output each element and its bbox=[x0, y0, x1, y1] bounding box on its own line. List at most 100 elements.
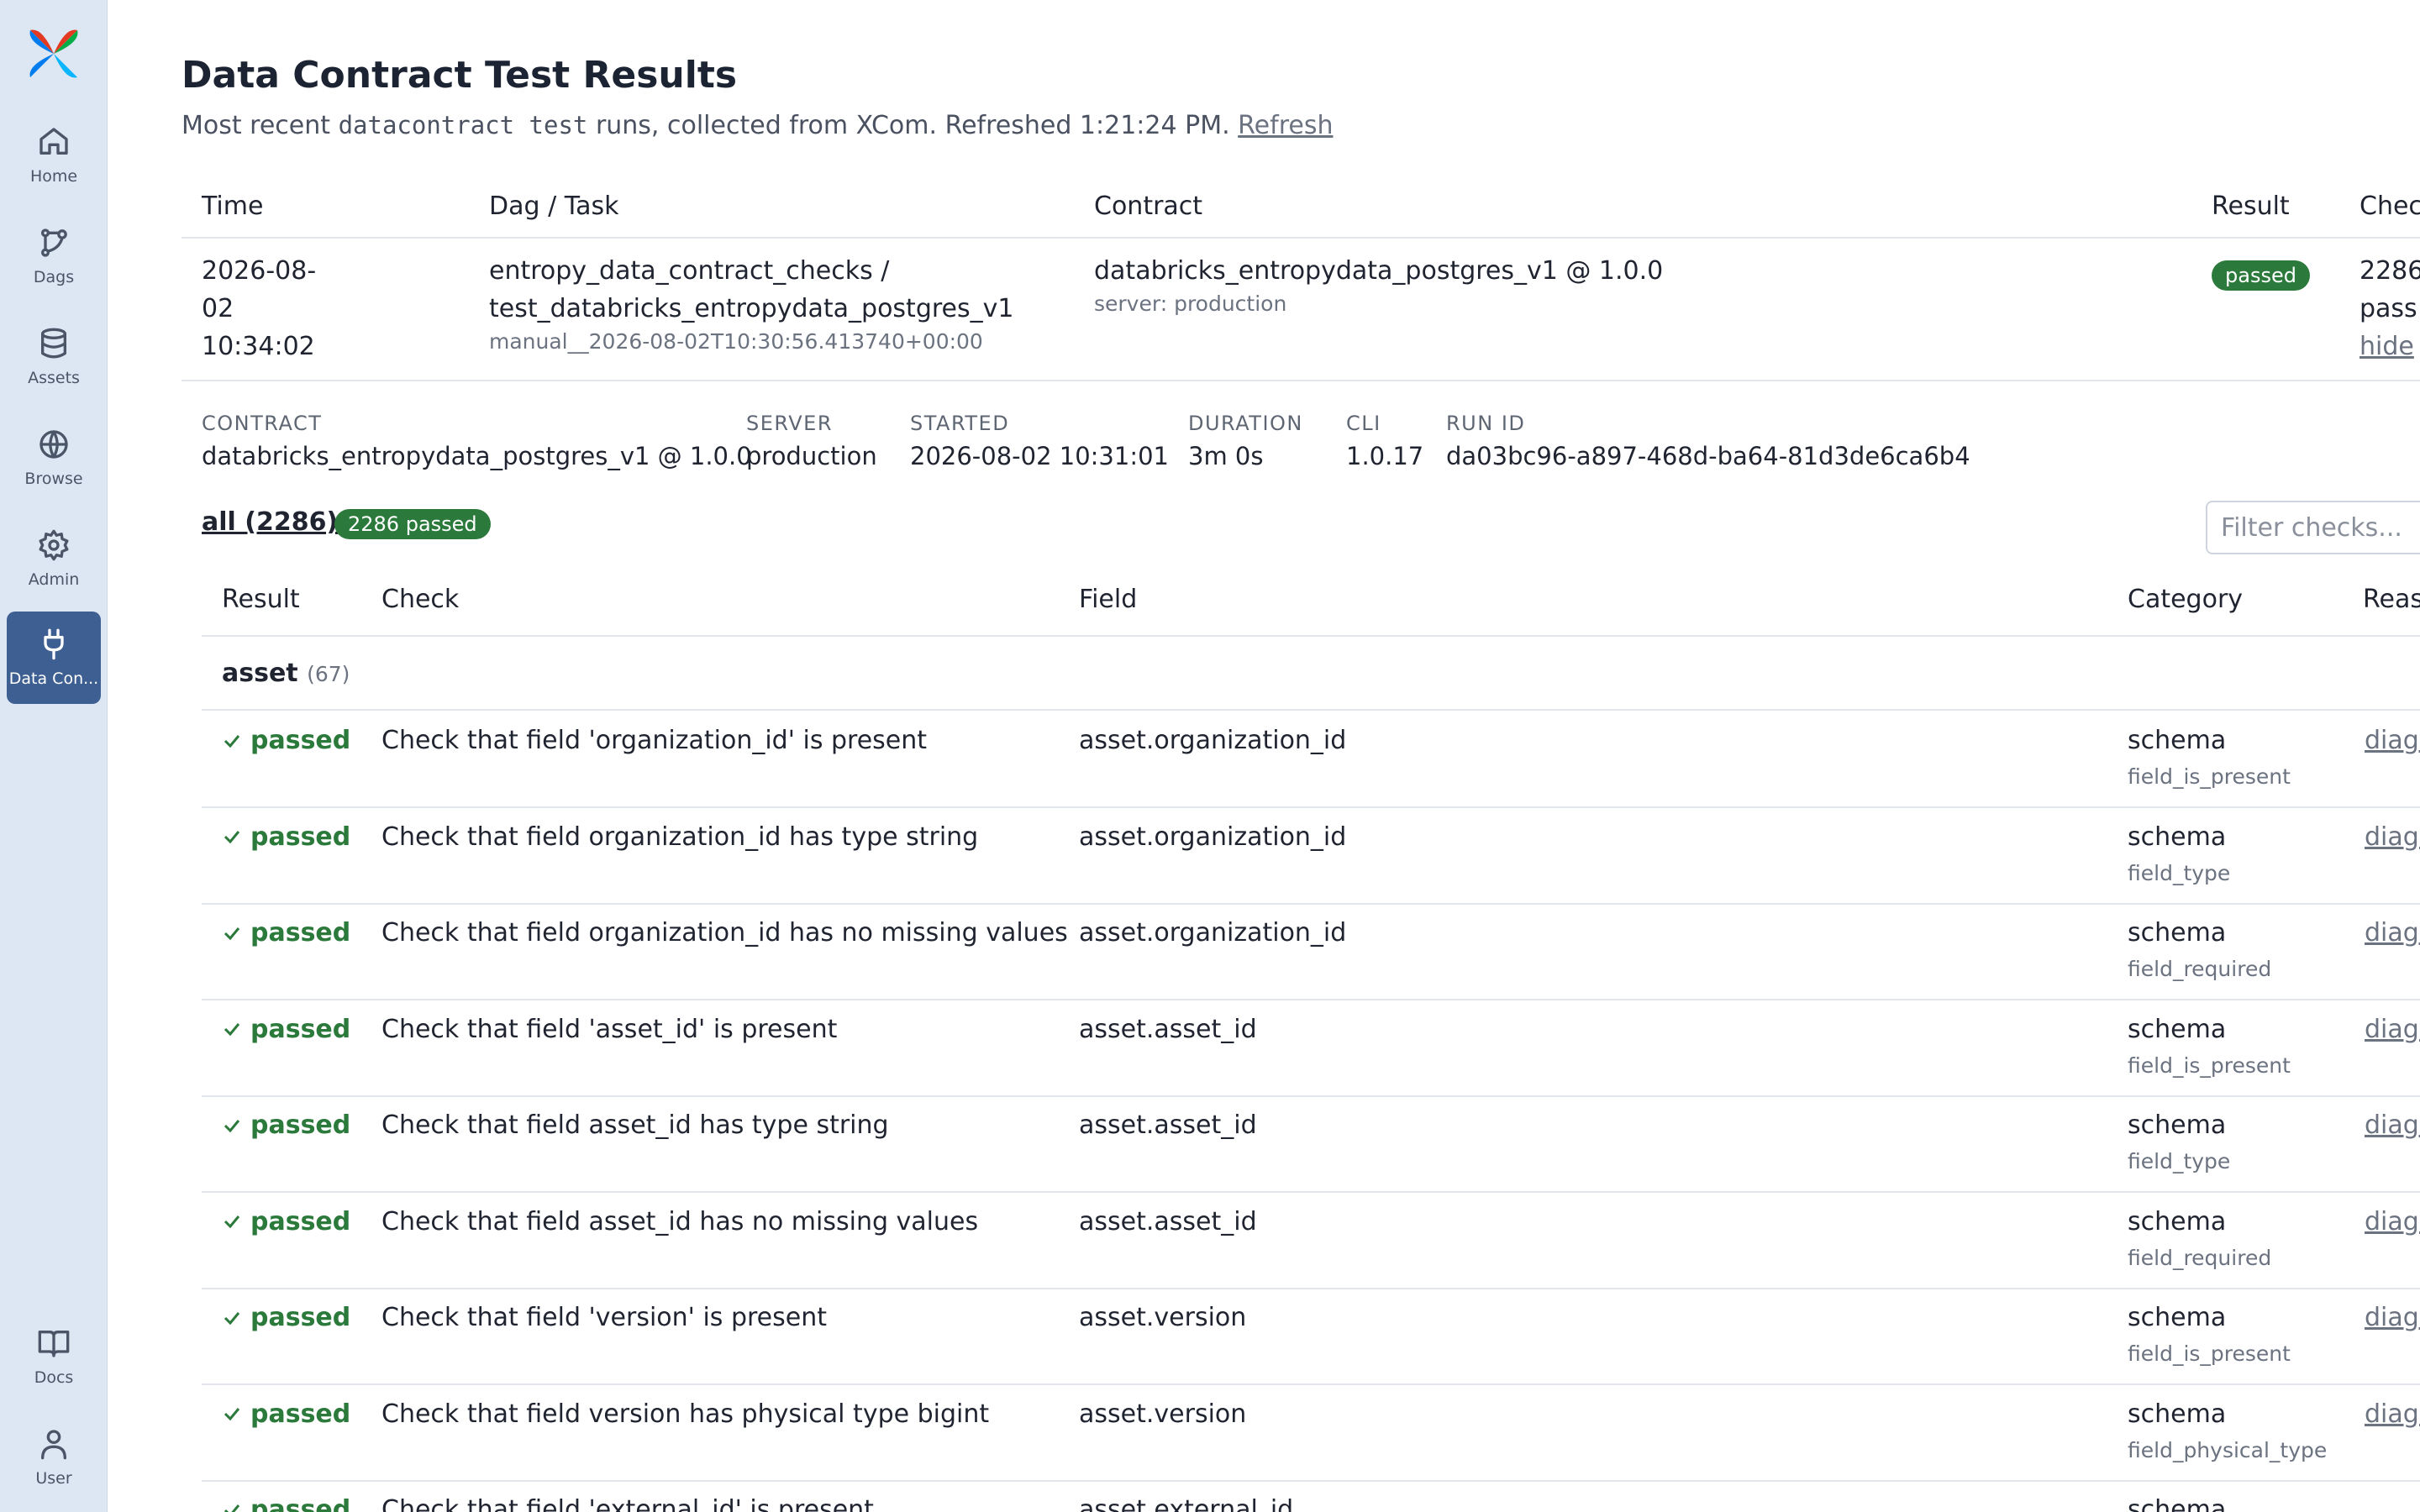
run-contract: databricks_entropydata_postgres_v1 @ 1.0… bbox=[1094, 252, 1663, 318]
check-row[interactable]: passed Check that field 'asset_id' is pre… bbox=[202, 1001, 2420, 1097]
nav-assets[interactable]: Assets bbox=[7, 311, 101, 403]
check-row[interactable]: passed Check that field asset_id has type… bbox=[202, 1097, 2420, 1193]
gear-icon bbox=[39, 529, 69, 561]
check-result-label: passed bbox=[250, 1110, 351, 1140]
check-subcategory: field_is_present bbox=[2128, 764, 2291, 789]
nav-admin[interactable]: Admin bbox=[7, 512, 101, 605]
diagnostics-link[interactable]: diagn bbox=[2365, 822, 2420, 852]
check-row[interactable]: passed Check that field asset_id has no m… bbox=[202, 1194, 2420, 1289]
page-subtitle: Most recent datacontract test runs, coll… bbox=[182, 111, 1333, 140]
group-count: (67) bbox=[307, 662, 350, 686]
run-server: server: production bbox=[1094, 291, 1287, 316]
check-result-label: passed bbox=[250, 1399, 351, 1429]
check-description: Check that field organization_id has no … bbox=[381, 918, 1068, 948]
check-row[interactable]: passed Check that field 'organization_id'… bbox=[202, 712, 2420, 808]
main-content: Data Contract Test Results Most recent d… bbox=[108, 0, 2420, 1512]
filter-all-link[interactable]: all (2286) bbox=[202, 507, 338, 537]
run-run-id: manual__2026-08-02T10:30:56.413740+00:00 bbox=[489, 329, 983, 354]
run-checks-status: pass bbox=[2360, 294, 2417, 323]
user-icon bbox=[41, 1430, 67, 1460]
page-title: Data Contract Test Results bbox=[182, 54, 738, 97]
filter-checks-input[interactable] bbox=[2206, 501, 2420, 554]
checkmark-icon bbox=[224, 1023, 240, 1037]
dags-icon bbox=[41, 228, 67, 257]
nav-dags[interactable]: Dags bbox=[7, 210, 101, 302]
check-subcategory: field_type bbox=[2128, 860, 2231, 885]
run-row[interactable]: 2026-08- 02 10:34:02 entropy_data_contra… bbox=[182, 240, 2420, 381]
meta-duration: DURATION 3m 0s bbox=[1188, 412, 1303, 470]
check-result-label: passed bbox=[250, 1206, 351, 1236]
meta-run-id-value: da03bc96-a897-468d-ba64-81d3de6ca6b4 bbox=[1446, 442, 1970, 470]
subtitle-prefix: Most recent bbox=[182, 111, 331, 140]
diagnostics-link[interactable]: diagn bbox=[2365, 1015, 2420, 1044]
checkmark-icon bbox=[224, 1311, 240, 1325]
diagnostics-link[interactable]: diagn bbox=[2365, 1303, 2420, 1332]
meta-started-value: 2026-08-02 10:31:01 bbox=[910, 442, 1169, 470]
check-description: Check that field 'asset_id' is present bbox=[381, 1014, 838, 1044]
meta-cli-value: 1.0.17 bbox=[1346, 442, 1424, 470]
refresh-link[interactable]: Refresh bbox=[1238, 111, 1333, 140]
sidebar: Home Dags Assets Browse Admin Data Con..… bbox=[0, 0, 108, 1512]
nav-user-label: User bbox=[35, 1469, 72, 1488]
check-description: Check that field organization_id has typ… bbox=[381, 822, 979, 852]
check-category: schema bbox=[2128, 1303, 2227, 1332]
subtitle-suffix: runs, collected from XCom. Refreshed 1:2… bbox=[595, 111, 1230, 140]
checkmark-icon bbox=[224, 734, 240, 748]
group-label: asset (67) bbox=[222, 659, 350, 688]
airflow-logo-icon[interactable] bbox=[25, 25, 82, 82]
meta-contract-value: databricks_entropydata_postgres_v1 @ 1.0… bbox=[202, 442, 752, 470]
check-row[interactable]: passed Check that field organization_id h… bbox=[202, 809, 2420, 905]
check-subcategory: field_required bbox=[2128, 1245, 2272, 1270]
run-contract-name: databricks_entropydata_postgres_v1 @ 1.0… bbox=[1094, 256, 1664, 286]
nav-assets-label: Assets bbox=[28, 369, 80, 387]
subtitle-command: datacontract test bbox=[338, 111, 588, 139]
run-time-day: 02 bbox=[202, 294, 234, 323]
run-result: passed bbox=[2212, 255, 2310, 293]
nav-home[interactable]: Home bbox=[7, 109, 101, 202]
check-row[interactable]: passed Check that field version has physi… bbox=[202, 1386, 2420, 1482]
check-result-label: passed bbox=[250, 918, 351, 948]
diagnostics-link[interactable]: diagn bbox=[2365, 1110, 2420, 1140]
check-field: asset.organization_id bbox=[1079, 918, 1347, 948]
col-dag-task: Dag / Task bbox=[489, 192, 619, 221]
check-description: Check that field version has physical ty… bbox=[381, 1399, 990, 1429]
globe-icon bbox=[39, 430, 68, 459]
nav-data-contracts[interactable]: Data Con... bbox=[7, 612, 101, 704]
run-dag-task: entropy_data_contract_checks / test_data… bbox=[489, 252, 1013, 356]
diagnostics-link[interactable]: diagn bbox=[2365, 726, 2420, 755]
check-result-label: passed bbox=[250, 1303, 351, 1332]
check-result: passed bbox=[222, 918, 350, 948]
diagnostics-link[interactable]: diagn bbox=[2365, 1207, 2420, 1236]
meta-server: SERVER production bbox=[746, 412, 877, 470]
run-time: 2026-08- 02 10:34:02 bbox=[202, 252, 316, 365]
diagnostics-link[interactable]: diagn bbox=[2365, 1399, 2420, 1429]
hide-details-link[interactable]: hide bbox=[2360, 328, 2420, 365]
check-description: Check that field 'version' is present bbox=[381, 1303, 827, 1332]
group-row-asset[interactable]: asset (67) bbox=[202, 638, 2420, 711]
check-category: schema bbox=[2128, 1399, 2227, 1429]
check-category: schema bbox=[2128, 822, 2227, 852]
check-row[interactable]: passed Check that field 'external_id' is … bbox=[202, 1482, 2420, 1512]
check-row[interactable]: passed Check that field 'version' is pres… bbox=[202, 1289, 2420, 1385]
nav-docs[interactable]: Docs bbox=[7, 1310, 101, 1403]
check-description: Check that field 'organization_id' is pr… bbox=[381, 726, 928, 755]
meta-run-id-key: RUN ID bbox=[1446, 412, 1526, 435]
nav-home-label: Home bbox=[29, 167, 78, 186]
nav-browse[interactable]: Browse bbox=[7, 412, 101, 504]
col-time: Time bbox=[202, 192, 264, 221]
nav-user[interactable]: User bbox=[7, 1411, 101, 1504]
check-category: schema bbox=[2128, 1206, 2227, 1236]
nav-dags-label: Dags bbox=[33, 268, 75, 286]
checks-col-field: Field bbox=[1079, 585, 1138, 614]
passed-count-badge[interactable]: 2286 passed bbox=[334, 509, 491, 539]
check-description: Check that field asset_id has no missing… bbox=[381, 1206, 979, 1236]
check-field: asset.organization_id bbox=[1079, 822, 1347, 852]
runs-table-header: Time Dag / Task Contract Result Chec bbox=[182, 183, 2420, 239]
meta-started: STARTED 2026-08-02 10:31:01 bbox=[910, 412, 1169, 470]
check-category: schema bbox=[2128, 726, 2227, 755]
checkmark-icon bbox=[224, 1504, 240, 1512]
meta-server-value: production bbox=[746, 442, 877, 470]
check-result-label: passed bbox=[250, 1495, 351, 1512]
diagnostics-link[interactable]: diagn bbox=[2365, 918, 2420, 948]
check-row[interactable]: passed Check that field organization_id h… bbox=[202, 905, 2420, 1000]
